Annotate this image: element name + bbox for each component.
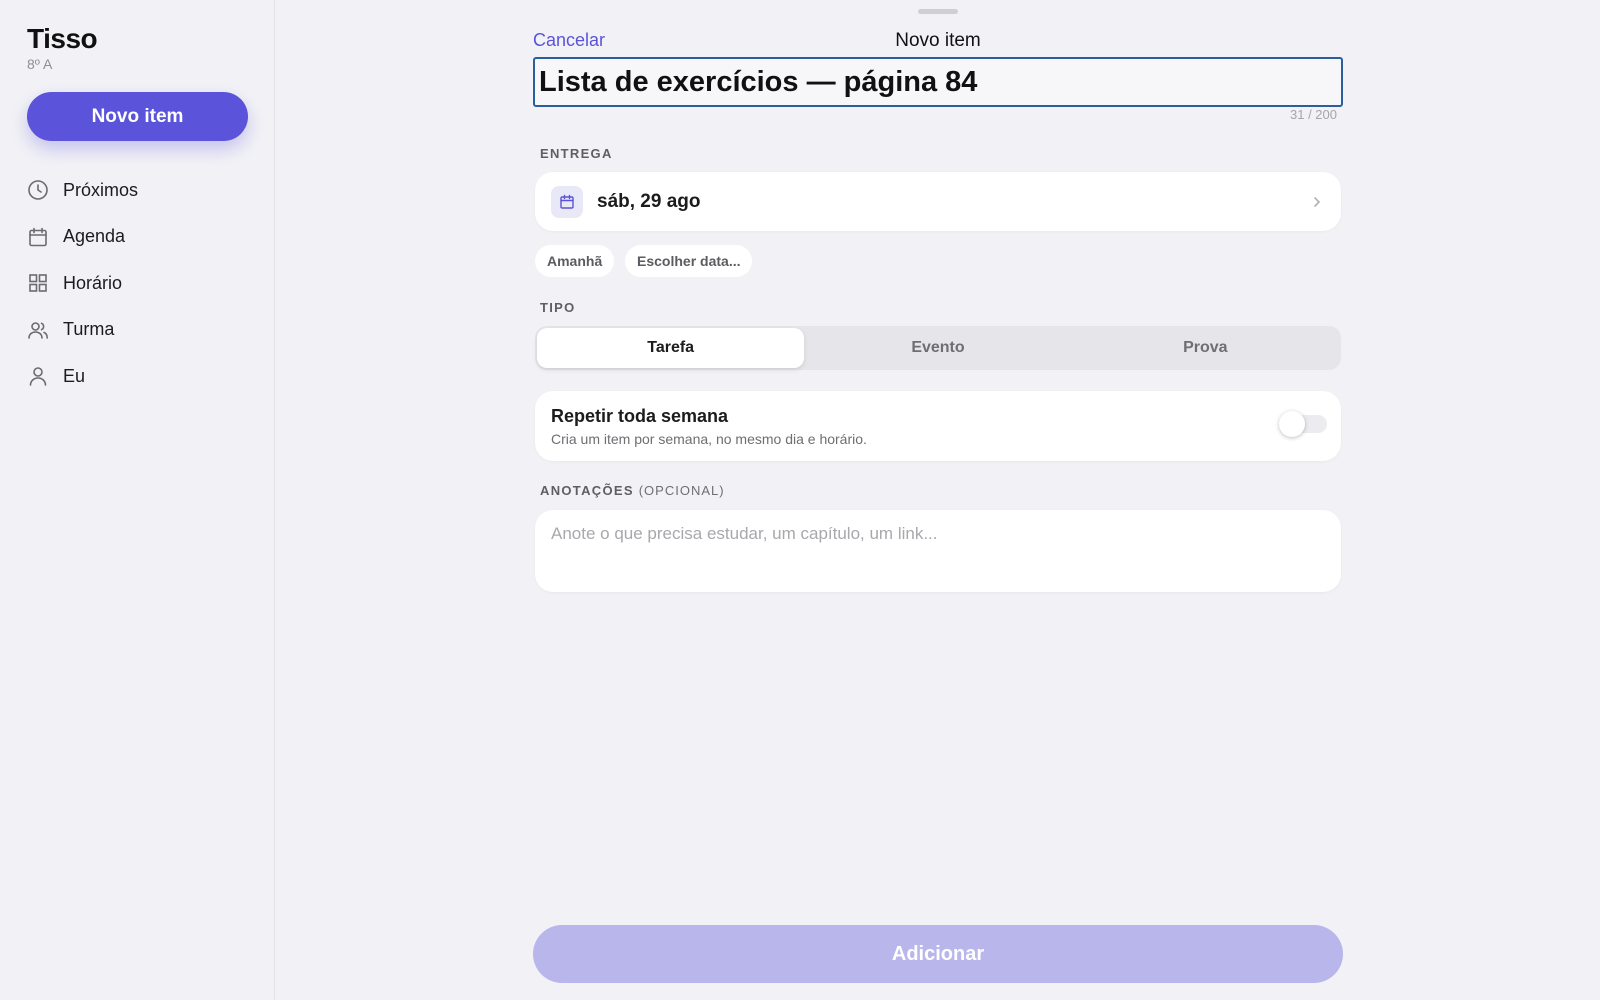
- due-date-picker[interactable]: sáb, 29 ago: [535, 172, 1341, 231]
- calendar-icon: [551, 185, 583, 218]
- segment-tarefa[interactable]: Tarefa: [537, 328, 805, 368]
- chip-tomorrow[interactable]: Amanhã: [535, 245, 615, 277]
- grid-icon: [27, 272, 49, 294]
- type-segmented-control: Tarefa Evento Prova: [535, 326, 1341, 370]
- sidebar-item-proximos[interactable]: Próximos: [27, 167, 247, 214]
- sidebar-item-eu[interactable]: Eu: [27, 353, 247, 400]
- chip-choose-date[interactable]: Escolher data...: [625, 245, 753, 277]
- sheet-header: Cancelar Novo item: [533, 28, 1343, 52]
- char-counter: 31 / 200: [1290, 107, 1337, 122]
- new-item-button[interactable]: Novo item: [27, 92, 248, 141]
- clock-icon: [27, 179, 49, 201]
- sidebar-nav: Próximos Agenda Horário Turma Eu: [27, 167, 247, 400]
- repeat-title: Repetir toda semana: [551, 406, 729, 426]
- notes-section-label: ANOTAÇÕES (OPCIONAL): [540, 483, 725, 498]
- due-section-label: ENTREGA: [540, 146, 613, 161]
- sidebar-item-label: Horário: [63, 272, 123, 293]
- optional-label: (OPCIONAL): [638, 483, 725, 498]
- sidebar-item-turma[interactable]: Turma: [27, 307, 247, 354]
- sidebar-item-agenda[interactable]: Agenda: [27, 214, 247, 261]
- notes-card: [535, 510, 1341, 592]
- repeat-weekly-card: Repetir toda semana Cria um item por sem…: [535, 391, 1341, 461]
- sidebar-item-label: Próximos: [63, 179, 139, 200]
- repeat-toggle[interactable]: [1279, 411, 1327, 437]
- chevron-right-icon: [1313, 195, 1325, 209]
- sidebar-item-horario[interactable]: Horário: [27, 260, 247, 307]
- toggle-knob: [1279, 411, 1305, 437]
- type-section-label: TIPO: [540, 300, 576, 315]
- app-title: Tisso: [27, 23, 98, 54]
- sidebar-item-label: Eu: [63, 365, 86, 386]
- calendar-icon: [27, 226, 49, 248]
- segment-evento[interactable]: Evento: [804, 328, 1071, 368]
- sheet-grabber[interactable]: [918, 9, 958, 14]
- sidebar-item-label: Agenda: [63, 226, 126, 247]
- user-icon: [27, 365, 49, 387]
- segment-prova[interactable]: Prova: [1072, 328, 1339, 368]
- repeat-subtitle: Cria um item por semana, no mesmo dia e …: [551, 431, 867, 447]
- sidebar-item-label: Turma: [63, 319, 115, 340]
- due-date-value: sáb, 29 ago: [597, 190, 701, 212]
- users-icon: [27, 319, 49, 341]
- class-subtitle: 8º A: [27, 56, 53, 72]
- notes-input[interactable]: [535, 510, 1341, 592]
- sheet-title: Novo item: [895, 30, 981, 51]
- item-title-input[interactable]: [533, 57, 1343, 107]
- add-button[interactable]: Adicionar: [533, 925, 1343, 983]
- sidebar: Tisso 8º A Novo item Próximos Agenda Hor…: [0, 0, 275, 1000]
- notes-label: ANOTAÇÕES: [540, 483, 634, 498]
